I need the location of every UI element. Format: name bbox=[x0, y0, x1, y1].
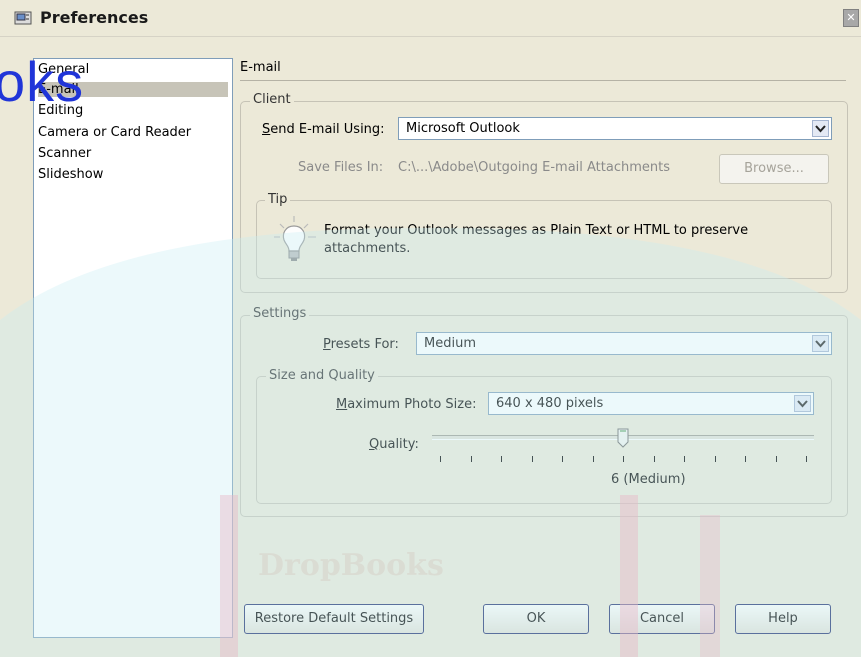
chevron-down-icon[interactable] bbox=[812, 120, 829, 137]
chevron-down-icon[interactable] bbox=[812, 335, 829, 352]
slider-tick bbox=[684, 456, 685, 462]
slider-tick bbox=[562, 456, 563, 462]
close-icon: ✕ bbox=[846, 11, 856, 24]
help-button[interactable]: Help bbox=[735, 604, 831, 634]
size-quality-legend: Size and Quality bbox=[266, 368, 378, 383]
quality-value-readout: 6 (Medium) bbox=[611, 472, 686, 487]
sidebar-item-editing[interactable]: Editing bbox=[38, 103, 83, 118]
tip-legend: Tip bbox=[265, 192, 291, 207]
category-list[interactable]: General E-mail Editing Camera or Card Re… bbox=[33, 58, 233, 638]
slider-tick bbox=[592, 456, 594, 462]
client-legend: Client bbox=[250, 92, 294, 107]
slider-tick bbox=[714, 456, 716, 462]
heading-divider bbox=[240, 80, 846, 81]
sidebar-item-email[interactable]: E-mail bbox=[38, 82, 228, 97]
save-files-path: C:\...\Adobe\Outgoing E-mail Attachments bbox=[398, 160, 670, 175]
send-email-value: Microsoft Outlook bbox=[406, 121, 520, 136]
close-button[interactable]: ✕ bbox=[843, 9, 859, 27]
quality-label: Quality: bbox=[369, 437, 419, 452]
slider-tick bbox=[501, 456, 502, 462]
ok-button[interactable]: OK bbox=[483, 604, 589, 634]
send-email-select[interactable]: Microsoft Outlook bbox=[398, 117, 832, 140]
sidebar-item-camera-or-card-reader[interactable]: Camera or Card Reader bbox=[38, 125, 191, 140]
max-photo-size-value: 640 x 480 pixels bbox=[496, 396, 604, 411]
preferences-icon bbox=[14, 10, 32, 26]
max-photo-size-label: Maximum Photo Size: bbox=[336, 397, 477, 412]
settings-legend: Settings bbox=[250, 306, 310, 321]
chevron-down-icon[interactable] bbox=[794, 395, 811, 412]
slider-tick bbox=[775, 456, 777, 462]
sidebar-item-scanner[interactable]: Scanner bbox=[38, 146, 91, 161]
preferences-dialog: Preferences ✕ General E-mail Editing Cam… bbox=[0, 0, 861, 657]
quality-slider[interactable] bbox=[432, 428, 816, 468]
presets-select[interactable]: Medium bbox=[416, 332, 832, 355]
presets-label: Presets For: bbox=[323, 337, 399, 352]
cancel-button[interactable]: Cancel bbox=[609, 604, 715, 634]
sidebar-item-slideshow[interactable]: Slideshow bbox=[38, 167, 103, 182]
slider-tick bbox=[623, 456, 624, 462]
title-bar: Preferences ✕ bbox=[0, 0, 861, 37]
tip-text: Format your Outlook messages as Plain Te… bbox=[324, 223, 749, 256]
presets-value: Medium bbox=[424, 336, 476, 351]
slider-thumb[interactable] bbox=[617, 428, 629, 448]
slider-tick bbox=[531, 456, 533, 462]
slider-tick bbox=[470, 456, 472, 462]
send-email-label: Send E-mail Using: bbox=[262, 122, 385, 137]
max-photo-size-select[interactable]: 640 x 480 pixels bbox=[488, 392, 814, 415]
window-title: Preferences bbox=[40, 8, 149, 27]
browse-button[interactable]: Browse... bbox=[719, 154, 829, 184]
restore-defaults-button[interactable]: Restore Default Settings bbox=[244, 604, 424, 634]
slider-tick bbox=[745, 456, 746, 462]
page-title: E-mail bbox=[240, 60, 281, 75]
slider-tick bbox=[806, 456, 807, 462]
slider-tick bbox=[653, 456, 655, 462]
lightbulb-icon bbox=[272, 214, 320, 264]
save-files-label: Save Files In: bbox=[298, 160, 384, 175]
sidebar-item-general[interactable]: General bbox=[38, 62, 89, 77]
slider-tick bbox=[440, 456, 441, 462]
